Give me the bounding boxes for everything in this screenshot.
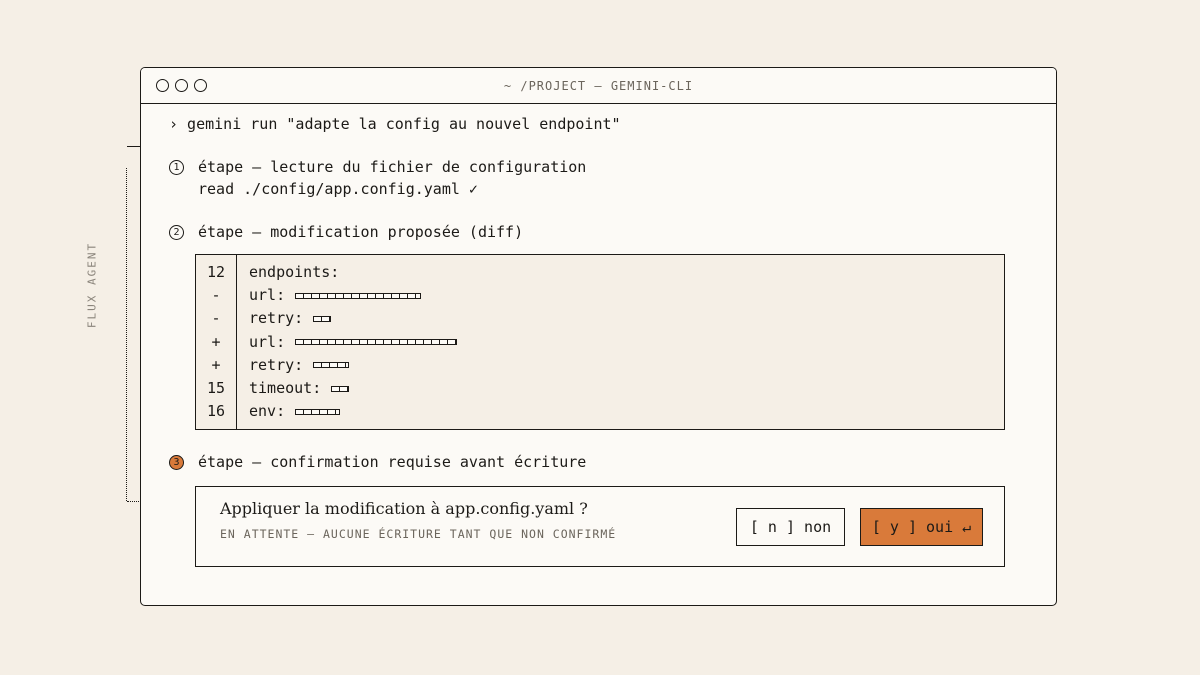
flux-agent-label: FLUX AGENT <box>85 241 99 329</box>
diff-code-text: url: <box>249 286 286 305</box>
diff-line-marker: - <box>211 309 221 328</box>
step-3-label: étape — confirmation requise avant écrit… <box>198 453 587 471</box>
diff-line-marker: 15 <box>206 379 226 397</box>
diff-code-text: timeout: <box>249 379 322 397</box>
title-bar: ~ /PROJECT — GEMINI-CLI <box>141 68 1056 104</box>
step-2-label: étape — modification proposée (diff) <box>198 223 524 241</box>
step-1-label: étape — lecture du fichier de configurat… <box>198 158 587 176</box>
confirm-question: Appliquer la modification à app.config.y… <box>220 499 588 518</box>
diff-row: + retry: <box>196 354 350 377</box>
reject-button[interactable]: [ n ] non <box>736 508 845 546</box>
redacted-value <box>295 408 341 415</box>
diff-code: url: <box>249 284 422 307</box>
diff-code-text: retry: <box>249 309 304 328</box>
diff-row: 16 env: <box>196 400 341 423</box>
diff-line-marker: + <box>211 332 221 351</box>
flow-line <box>126 168 127 501</box>
window-title: ~ /PROJECT — GEMINI-CLI <box>503 79 694 93</box>
confirm-hint: EN ATTENTE — AUCUNE ÉCRITURE TANT QUE NO… <box>220 527 617 541</box>
step-number-2: 2 <box>169 224 184 240</box>
redacted-value <box>295 292 422 299</box>
diff-line-marker: 16 <box>206 402 226 421</box>
diff-line-marker: - <box>211 286 221 305</box>
redacted-value <box>331 385 350 392</box>
step-number-1: 1 <box>169 159 184 175</box>
redacted-value <box>295 339 458 346</box>
diff-row: - retry: <box>196 307 332 330</box>
diff-code-text: url: <box>249 332 286 351</box>
diff-line-marker: + <box>211 355 221 374</box>
diff-code-text: retry: <box>249 355 304 374</box>
diff-row: 12 endpoints: <box>196 261 339 284</box>
diff-code: retry: <box>249 307 332 330</box>
diff-panel: 12 endpoints: - url: - retry: + url: + retry: 15 ti… <box>195 254 1005 430</box>
terminal-window: ~ /PROJECT — GEMINI-CLI › gemini run "ad… <box>140 67 1057 606</box>
diff-row: - url: <box>196 284 422 307</box>
redacted-value <box>313 315 332 322</box>
diff-code: endpoints: <box>249 261 339 284</box>
step-1: 1 étape — lecture du fichier de configur… <box>169 158 586 176</box>
diff-code: env: <box>249 400 341 423</box>
diff-code-text: endpoints: <box>249 263 340 281</box>
step-number-3: 3 <box>169 454 184 470</box>
redacted-value <box>313 362 350 369</box>
step-1-detail: read ./config/app.config.yaml ✓ <box>198 180 478 198</box>
diff-line-marker: 12 <box>206 263 226 281</box>
confirm-panel: Appliquer la modification à app.config.y… <box>195 486 1005 567</box>
step-2: 2 étape — modification proposée (diff) <box>169 223 523 241</box>
command-line: › gemini run "adapte la config au nouvel… <box>169 115 621 133</box>
accept-button[interactable]: [ y ] oui ↵ <box>860 508 983 546</box>
diff-row: + url: <box>196 331 458 354</box>
diff-row: 15 timeout: <box>196 377 350 400</box>
step-3: 3 étape — confirmation requise avant écr… <box>169 453 586 471</box>
diff-code: retry: <box>249 354 350 377</box>
diff-code-text: env: <box>249 402 286 421</box>
diff-code: timeout: <box>249 377 350 400</box>
diff-code: url: <box>249 331 458 354</box>
